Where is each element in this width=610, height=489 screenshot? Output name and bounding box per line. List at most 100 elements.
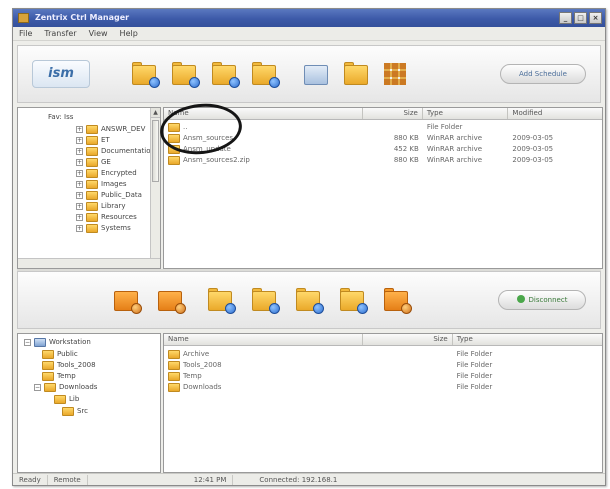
folder-sync-icon[interactable] (250, 59, 280, 89)
folder-icon (168, 349, 180, 359)
folder-icon (86, 168, 98, 178)
tree-item[interactable]: + GE (76, 157, 111, 167)
document-icon[interactable] (302, 59, 332, 89)
column-modified[interactable]: Modified (508, 108, 602, 119)
window-title: Zentrix Ctrl Manager (35, 13, 130, 22)
minimize-button[interactable]: _ (559, 12, 572, 24)
folder-icon (168, 371, 180, 381)
folder-icon (86, 212, 98, 222)
scroll-thumb[interactable] (152, 120, 159, 182)
expand-icon[interactable]: + (76, 180, 83, 188)
app-icon (18, 13, 29, 23)
expand-icon[interactable]: + (76, 191, 83, 199)
folder-icon (168, 360, 180, 370)
folder-download-icon[interactable] (250, 285, 280, 315)
expand-icon[interactable]: + (76, 125, 83, 133)
table-row[interactable]: Archive File Folder (164, 349, 602, 359)
expand-icon[interactable]: + (76, 224, 83, 232)
copy-icon[interactable] (342, 59, 372, 89)
folder-icon (86, 146, 98, 156)
expand-icon[interactable]: + (76, 213, 83, 221)
expand-icon[interactable]: + (76, 158, 83, 166)
tree-item[interactable]: Lib (54, 394, 79, 404)
folder-icon (42, 360, 54, 370)
tree-item[interactable]: − Downloads (34, 382, 97, 392)
upload-file-icon[interactable] (112, 285, 142, 315)
column-name[interactable]: Name (164, 334, 364, 345)
add-schedule-button[interactable]: Add Schedule (500, 64, 586, 84)
folder-icon (42, 349, 54, 359)
column-type[interactable]: Type (453, 334, 602, 345)
vertical-scrollbar[interactable]: ▲ (150, 108, 160, 258)
maximize-button[interactable]: □ (574, 12, 587, 24)
menu-file[interactable]: File (19, 29, 32, 38)
folder-icon (168, 382, 180, 392)
folder-icon (86, 179, 98, 189)
bottom-toolbar: Disconnect (17, 271, 601, 329)
list-header: Name Size Type (164, 334, 602, 346)
disconnect-button[interactable]: Disconnect (498, 290, 586, 310)
horizontal-scrollbar[interactable] (18, 258, 160, 268)
local-folder-tree[interactable]: − Workstation Public Tools_2008 Temp − Dow… (17, 333, 161, 473)
folder-icon (62, 406, 74, 416)
folder-delete-icon[interactable] (382, 285, 412, 315)
scroll-up-icon[interactable]: ▲ (151, 108, 160, 118)
tree-item[interactable]: Public (42, 349, 78, 359)
status-mode: Remote (48, 474, 88, 485)
folder-icon (42, 371, 54, 381)
folder-upload-icon[interactable] (206, 285, 236, 315)
table-row[interactable]: Ansm_update 452 KB WinRAR archive 2009-0… (164, 144, 602, 154)
grid-icon[interactable] (384, 63, 406, 85)
table-row[interactable]: Temp File Folder (164, 371, 602, 381)
menu-transfer[interactable]: Transfer (44, 29, 76, 38)
expand-icon[interactable]: + (76, 147, 83, 155)
tree-item[interactable]: + Systems (76, 223, 131, 233)
status-text: Ready (13, 474, 48, 485)
collapse-icon[interactable]: − (34, 383, 41, 391)
tree-item[interactable]: + ET (76, 135, 110, 145)
folder-icon (86, 124, 98, 134)
folder-icon (44, 382, 56, 392)
menu-view[interactable]: View (89, 29, 108, 38)
menu-help[interactable]: Help (120, 29, 138, 38)
folder-upload-icon[interactable] (130, 59, 160, 89)
title-bar: Zentrix Ctrl Manager _ □ × (13, 9, 605, 27)
tree-item[interactable]: + Library (76, 201, 125, 211)
remote-folder-tree[interactable]: Fav: Iss + ANSWR_DEV + ET + Documentation +… (17, 107, 161, 269)
tree-item[interactable]: + Documentation (76, 146, 155, 156)
column-size[interactable]: Size (363, 108, 423, 119)
tree-root[interactable]: − Workstation (24, 337, 91, 347)
expand-icon[interactable]: + (76, 202, 83, 210)
folder-icon (86, 190, 98, 200)
status-time: 12:41 PM (188, 474, 234, 485)
tree-item[interactable]: + Encrypted (76, 168, 137, 178)
tree-item[interactable]: + Resources (76, 212, 137, 222)
folder-refresh-icon[interactable] (210, 59, 240, 89)
computer-icon (34, 337, 46, 347)
local-file-list[interactable]: Name Size Type Archive File Folder Tools… (163, 333, 603, 473)
close-button[interactable]: × (589, 12, 602, 24)
column-size[interactable]: Size (363, 334, 453, 345)
tree-item[interactable]: + Images (76, 179, 127, 189)
top-toolbar: ism Add Schedule (17, 45, 601, 103)
folder-move-icon[interactable] (338, 285, 368, 315)
folder-sync-icon[interactable] (294, 285, 324, 315)
folder-download-icon[interactable] (170, 59, 200, 89)
expand-icon[interactable]: + (76, 169, 83, 177)
table-row[interactable]: Downloads File Folder (164, 382, 602, 392)
tree-item[interactable]: Src (62, 406, 88, 416)
folder-icon (86, 201, 98, 211)
tree-item[interactable]: Tools_2008 (42, 360, 96, 370)
collapse-icon[interactable]: − (24, 338, 31, 346)
tree-item[interactable]: Temp (42, 371, 76, 381)
table-row[interactable]: Ansm_sources2.zip 880 KB WinRAR archive … (164, 155, 602, 165)
tree-item[interactable]: + ANSWR_DEV (76, 124, 145, 134)
column-type[interactable]: Type (423, 108, 509, 119)
download-file-icon[interactable] (156, 285, 186, 315)
tree-item[interactable]: + Public_Data (76, 190, 142, 200)
tree-root[interactable]: Fav: Iss (48, 112, 73, 122)
expand-icon[interactable]: + (76, 136, 83, 144)
table-row[interactable]: Tools_2008 File Folder (164, 360, 602, 370)
status-bar: Ready Remote 12:41 PM Connected: 192.168… (13, 473, 605, 485)
folder-icon (86, 135, 98, 145)
